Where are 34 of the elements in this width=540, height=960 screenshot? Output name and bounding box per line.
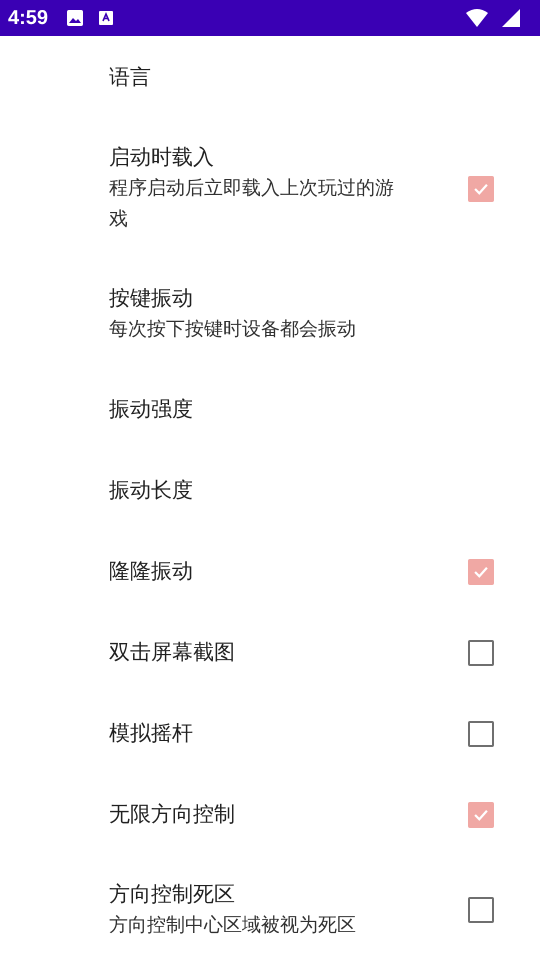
setting-title: 振动长度 xyxy=(109,477,194,504)
settings-item[interactable]: 隆隆振动 xyxy=(0,531,540,612)
setting-title: 方向控制死区 xyxy=(109,881,236,908)
settings-item[interactable]: 振动强度 xyxy=(0,369,540,450)
signal-icon xyxy=(502,9,520,27)
setting-title: 按键振动 xyxy=(109,285,194,312)
settings-item[interactable]: 无限方向控制 xyxy=(0,774,540,855)
status-time: 4:59 xyxy=(8,6,48,30)
settings-item[interactable]: 按键振动 每次按下按键时设备都会振动 xyxy=(0,259,540,369)
setting-summary: 程序启动后立即载入上次玩过的游戏 xyxy=(109,176,395,232)
setting-title: 启动时载入 xyxy=(109,144,215,171)
settings-item[interactable]: 振动长度 xyxy=(0,450,540,531)
settings-item[interactable]: 双击屏幕截图 xyxy=(0,612,540,693)
checkbox[interactable] xyxy=(468,558,494,584)
image-icon xyxy=(66,9,84,27)
checkbox[interactable] xyxy=(468,720,494,746)
setting-summary: 方向控制中心区域被视为死区 xyxy=(109,913,357,938)
setting-title: 语言 xyxy=(109,64,152,90)
checkbox[interactable] xyxy=(468,802,494,828)
setting-title: 模拟摇杆 xyxy=(109,720,194,747)
setting-title: 隆隆振动 xyxy=(109,558,194,585)
setting-title: 振动强度 xyxy=(109,396,194,423)
checkbox[interactable] xyxy=(468,897,494,923)
settings-item[interactable]: 模拟摇杆 xyxy=(0,693,540,774)
settings-item[interactable]: 启动时载入 程序启动后立即载入上次玩过的游戏 xyxy=(0,118,540,259)
text-icon xyxy=(98,10,114,26)
settings-item[interactable]: 方向控制死区 方向控制中心区域被视为死区 xyxy=(0,855,540,960)
checkbox[interactable] xyxy=(468,640,494,666)
setting-title: 无限方向控制 xyxy=(109,801,236,828)
setting-title: 双击屏幕截图 xyxy=(109,639,236,666)
wifi-icon xyxy=(466,9,488,27)
checkbox[interactable] xyxy=(468,176,494,202)
setting-summary: 每次按下按键时设备都会振动 xyxy=(109,317,357,342)
settings-item[interactable]: 语言 xyxy=(0,36,540,118)
